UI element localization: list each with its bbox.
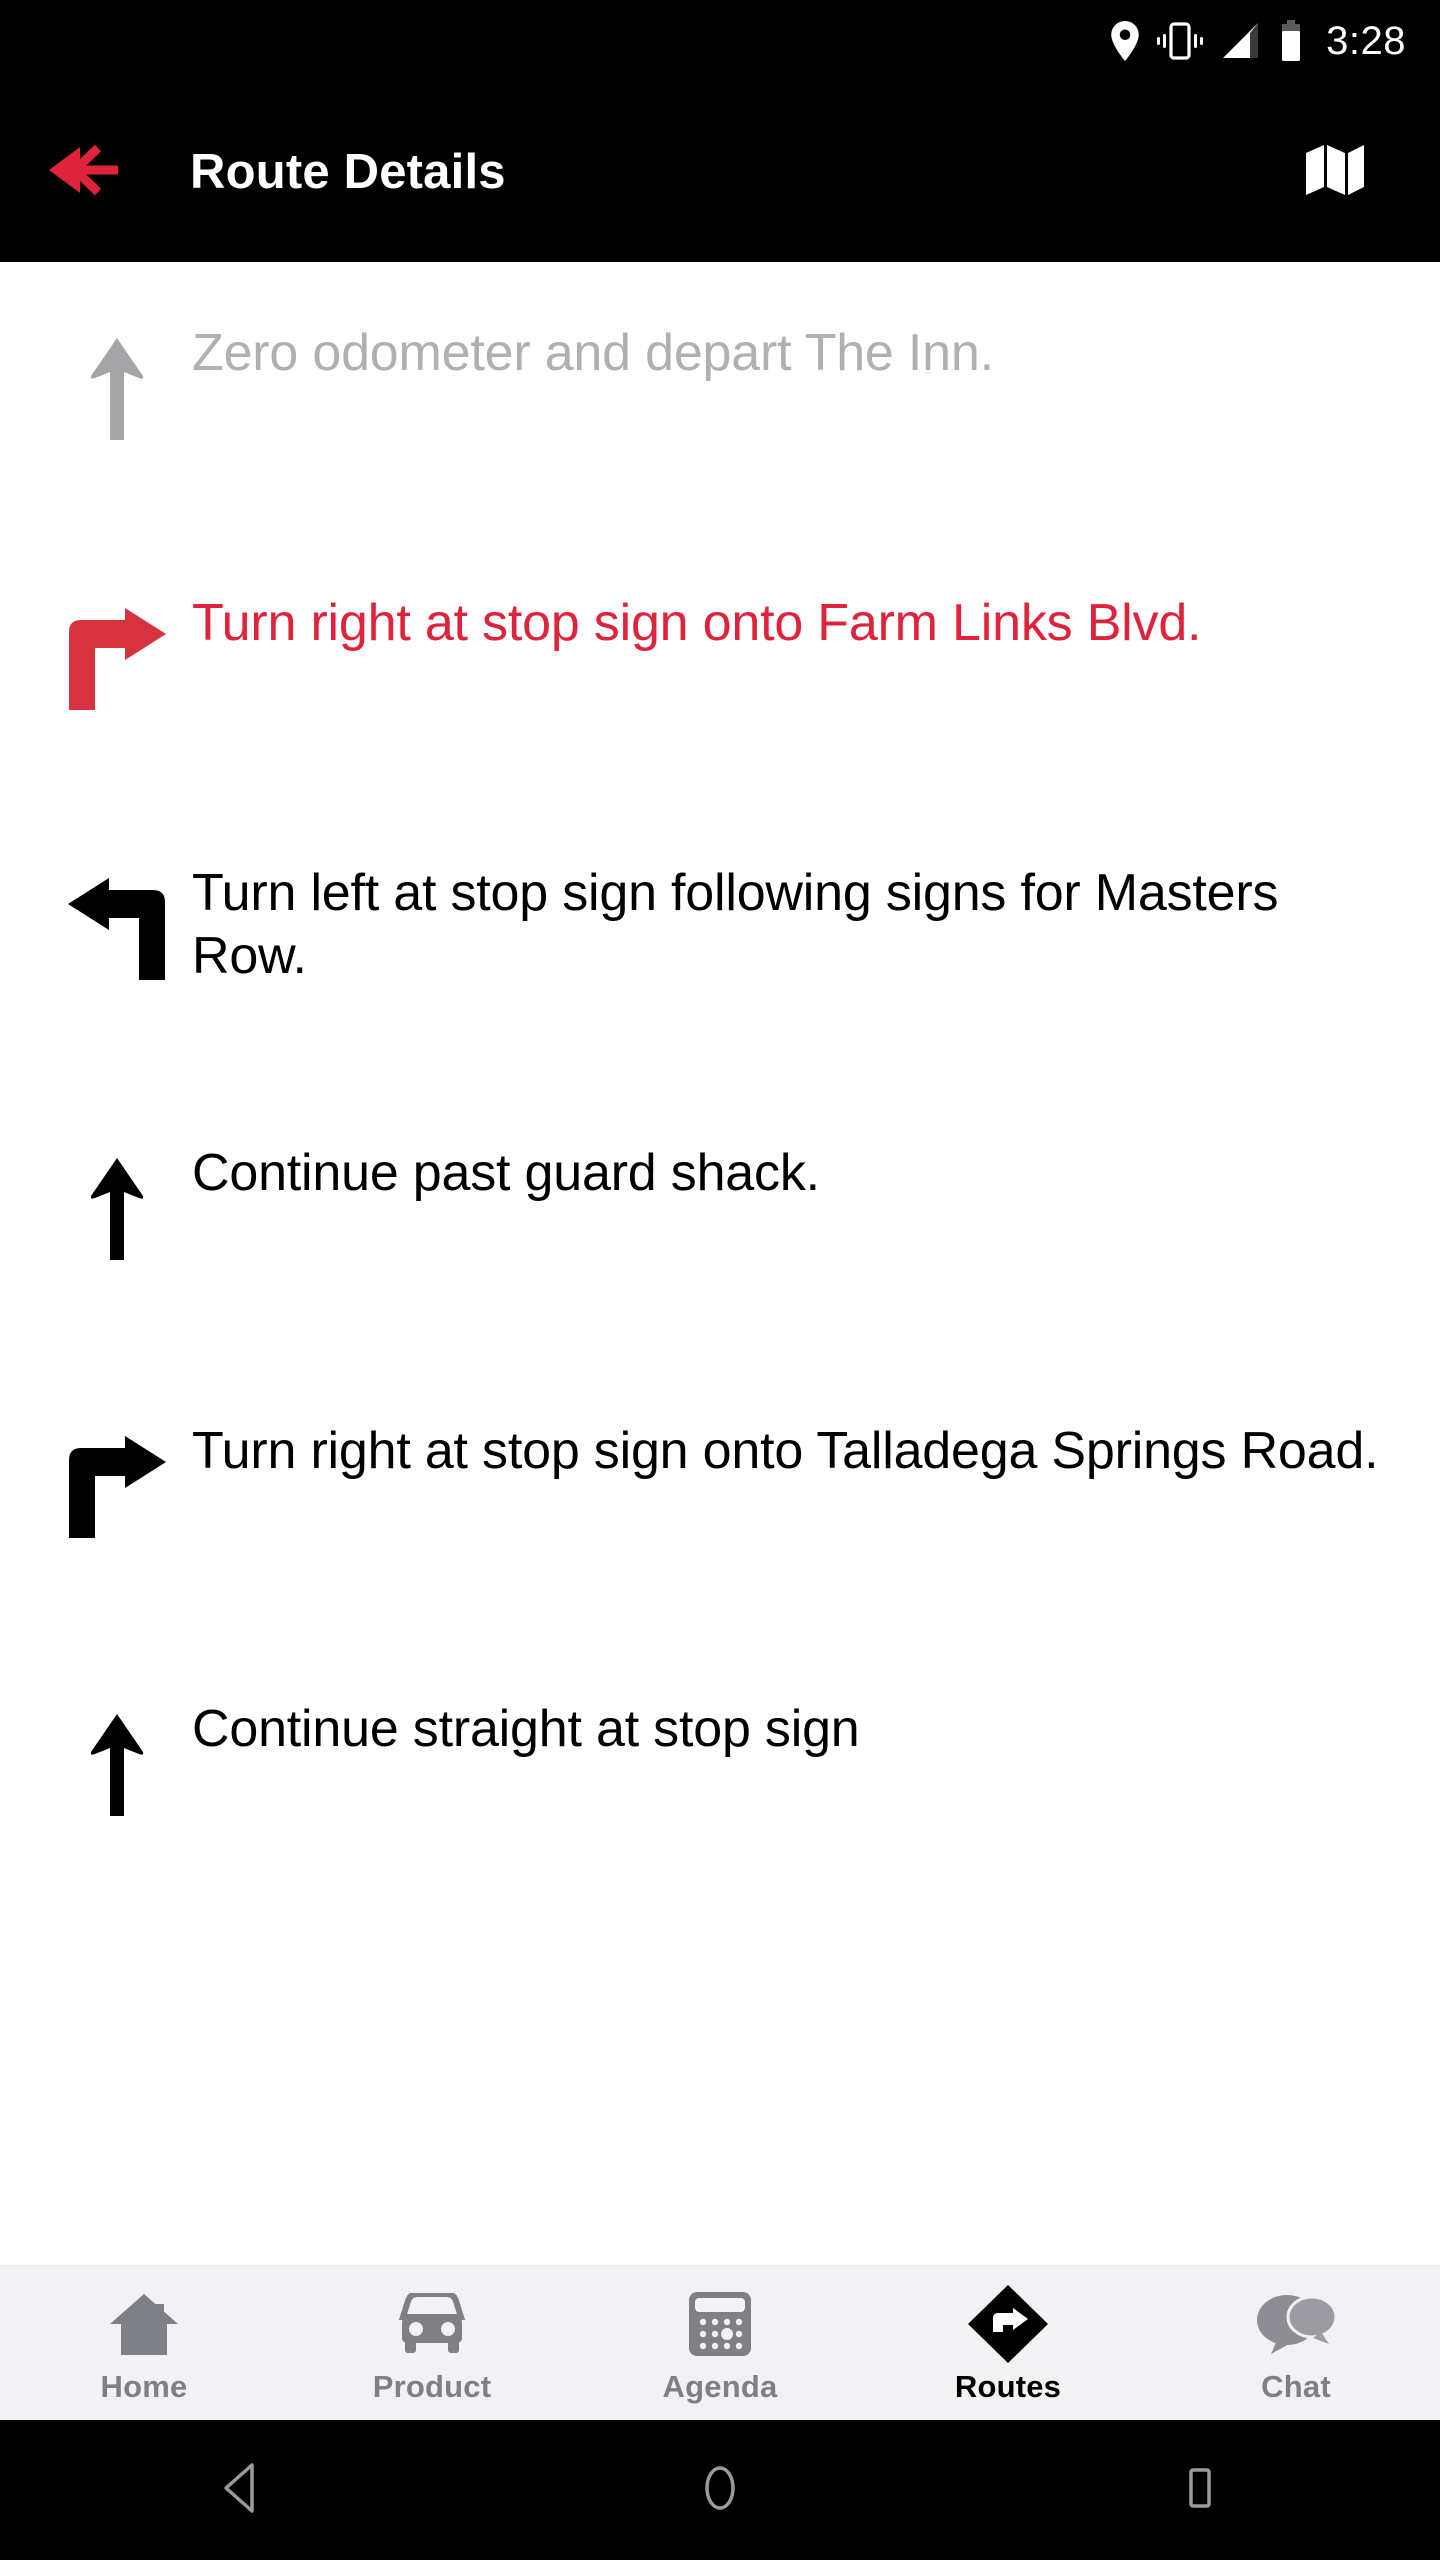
nav-label-routes: Routes [954,2368,1062,2404]
turn-right-arrow-icon [42,584,192,714]
route-step-text: Continue past guard shack. [192,1143,820,1202]
nav-label-home: Home [100,2368,188,2404]
turn-right-arrow-icon [42,1412,192,1542]
android-home-button[interactable] [620,2420,820,2560]
back-triangle-icon [218,2462,262,2519]
route-step-item[interactable]: Turn right at stop sign onto Farm Links … [0,584,1440,714]
route-step-item[interactable]: Zero odometer and depart The Inn. [0,314,1440,444]
app-bar: Route Details [0,82,1440,262]
back-button[interactable] [46,112,168,232]
route-steps-list[interactable]: Zero odometer and depart The Inn. Turn r… [0,262,1440,2265]
route-step-item[interactable]: Continue straight at stop sign [0,1690,1440,1820]
phone-screen: 3:28 Route Details Zero odometer and dep… [0,0,1440,2560]
straight-arrow-icon [42,1690,192,1820]
route-step-text: Turn right at stop sign onto Farm Links … [192,594,1202,652]
nav-label-product: Product [372,2368,492,2404]
bottom-navigation-bar: Home Product Agenda Routes Chat [0,2265,1440,2420]
status-bar-clock: 3:28 [1326,19,1406,63]
vibrate-icon [1157,21,1204,61]
route-step-text: Turn left at stop sign following signs f… [192,864,1279,986]
route-step-item[interactable]: Continue past guard shack. [0,1134,1440,1264]
map-icon [1304,141,1366,204]
turn-left-arrow-icon [42,854,192,984]
nav-item-routes[interactable]: Routes [864,2266,1152,2421]
route-step-text: Zero odometer and depart The Inn. [192,324,994,382]
route-step-item[interactable]: Turn right at stop sign onto Talladega S… [0,1412,1440,1542]
signal-icon [1220,21,1262,61]
map-button[interactable] [1290,127,1380,217]
recents-square-icon [1178,2462,1222,2519]
straight-arrow-icon [42,1134,192,1264]
nav-item-product[interactable]: Product [288,2266,576,2421]
home-circle-icon [698,2462,742,2519]
battery-icon [1279,20,1303,62]
straight-arrow-icon [42,314,192,444]
calendar-icon [687,2285,753,2363]
nav-item-chat[interactable]: Chat [1152,2266,1440,2421]
route-step-text: Turn right at stop sign onto Talladega S… [192,1421,1379,1480]
chat-bubbles-icon [1255,2285,1337,2363]
android-recents-button[interactable] [1100,2420,1300,2560]
android-back-button[interactable] [140,2420,340,2560]
status-bar: 3:28 [0,0,1440,82]
car-icon [396,2285,468,2363]
page-title: Route Details [190,145,506,199]
house-icon [109,2285,179,2363]
route-diamond-icon [967,2284,1049,2363]
nav-item-home[interactable]: Home [0,2266,288,2421]
route-step-item[interactable]: Turn left at stop sign following signs f… [0,854,1440,989]
back-arrow-icon [46,139,120,206]
route-step-text: Continue straight at stop sign [192,1699,860,1758]
nav-label-chat: Chat [1261,2368,1331,2404]
nav-label-agenda: Agenda [662,2368,778,2404]
android-system-nav [0,2420,1440,2560]
location-pin-icon [1110,21,1140,61]
nav-item-agenda[interactable]: Agenda [576,2266,864,2421]
